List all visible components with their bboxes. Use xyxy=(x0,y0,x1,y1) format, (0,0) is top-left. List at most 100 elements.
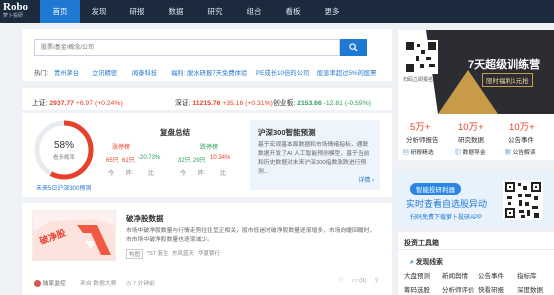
hot-link-4[interactable]: 福利: 脱水研报7天免费体验 xyxy=(171,68,247,77)
qr-code-icon xyxy=(505,182,541,218)
news-tag[interactable]: 华夏银行 xyxy=(198,249,220,257)
tools-subheading: ⌕ 发现线索 xyxy=(410,256,443,267)
stat-link-notices[interactable]: ▦ 公告解读 xyxy=(505,147,536,156)
tool-link[interactable]: 分析师评价 xyxy=(442,284,475,294)
limit-down-yesterday: 29只 xyxy=(193,158,206,164)
app-ad-line2: 扫码免费下载萝卜投研APP xyxy=(410,215,483,221)
col-label: 昨 xyxy=(126,171,133,177)
stat-number: 5万+ xyxy=(410,122,431,133)
tool-link[interactable]: 新闻舆情 xyxy=(442,270,468,280)
col-label: 比 xyxy=(220,171,227,177)
prediction-more-label: 详情 xyxy=(358,178,371,184)
prediction-more-link[interactable]: 详情 › xyxy=(358,175,374,184)
gauge-label: 看多概率 xyxy=(52,155,75,161)
news-title[interactable]: 破净股数据 xyxy=(126,213,164,224)
stat-sub-text: 数据导金 xyxy=(462,150,486,156)
col-label: 昨 xyxy=(198,171,205,177)
tool-link[interactable]: 深度数据 xyxy=(517,284,543,294)
app-qr-code xyxy=(503,180,543,220)
nav-item-home[interactable]: 首页 xyxy=(40,0,80,23)
limit-up-yesterday: 61只 xyxy=(122,158,135,164)
news-tag[interactable]: 东风蓝天 xyxy=(172,249,194,257)
news-author-name: 独家监控 xyxy=(42,281,66,287)
limit-down-today: 32只 xyxy=(178,158,191,164)
data-icon: ▥ xyxy=(455,150,461,156)
hot-link-3[interactable]: 闻泰科技 xyxy=(132,68,157,77)
index-change: +6.97 xyxy=(75,100,94,107)
stat-number: 10万+ xyxy=(509,122,535,133)
stat-link-data[interactable]: ▥ 数据导金 xyxy=(455,147,486,156)
search-button[interactable] xyxy=(340,39,367,56)
comment-icon: ▭ xyxy=(352,278,358,284)
logo-subtext: 萝卜投研 xyxy=(3,13,24,19)
limit-up-label[interactable]: 涨停榜 xyxy=(112,142,130,151)
news-tag[interactable]: *ST 复生 xyxy=(147,249,169,257)
hot-link-1[interactable]: 贵州茅台 xyxy=(54,68,79,77)
col-label: 今 xyxy=(180,171,187,177)
share-icon: ⇪ xyxy=(374,278,379,284)
stat-sub-text: 公告解读 xyxy=(512,150,536,156)
index-chinext[interactable]: 创业板: 2153.66 -12.81 (-0.59%) xyxy=(273,97,371,107)
nav-item-research[interactable]: 研究 xyxy=(196,0,234,23)
hot-link-6[interactable]: 股息率超过5%的股票 xyxy=(317,68,376,77)
index-pct: (-0.59%) xyxy=(344,100,371,107)
news-like[interactable]: ♡ xyxy=(338,278,343,284)
news-share[interactable]: ⇪ xyxy=(374,278,379,284)
index-shenzhen[interactable]: 深证: 11215.76 +35.16 (+0.31%) xyxy=(175,97,273,107)
prediction-panel[interactable]: 沪深300智能预测 基于宏观基本面数据和市场情绪指标，通联数据开发了AI 人工智… xyxy=(250,120,380,190)
index-name: 上证: xyxy=(32,100,48,107)
tool-link[interactable]: 指标库 xyxy=(517,270,537,280)
index-value: 2153.66 xyxy=(297,100,322,107)
tool-link[interactable]: 筹码选股 xyxy=(404,284,430,294)
news-thumbnail[interactable]: 破净股 xyxy=(32,210,116,261)
prediction-text: 基于宏观基本面数据和市场情绪指标，通联数据开发了AI 人工智能预测模型，基于当前… xyxy=(258,142,370,175)
tools-divider xyxy=(398,249,554,250)
review-title: 复盘总结 xyxy=(160,128,190,137)
index-name: 创业板: xyxy=(273,100,296,107)
promo-banner[interactable]: 扫码立即报名 7天超级训练营 限时福利1元抢 xyxy=(398,30,554,114)
top-nav: Robo 萝卜投研 首页 发现 研报 数据 研究 组合 看板 更多 xyxy=(0,0,554,23)
news-tag[interactable]: 构图 xyxy=(126,249,144,259)
nav-item-portfolio[interactable]: 组合 xyxy=(234,0,274,23)
index-name: 深证: xyxy=(175,100,191,107)
like-icon: ♡ xyxy=(338,278,344,284)
nav-item-reports[interactable]: 研报 xyxy=(118,0,156,23)
news-author[interactable]: 独家监控 xyxy=(34,278,66,287)
nav-item-data[interactable]: 数据 xyxy=(156,0,196,23)
tools-subheading-text: 发现线索 xyxy=(415,259,443,266)
stat-sub-text: 研报精选 xyxy=(410,150,434,156)
gauge-percent: 58% xyxy=(53,140,74,151)
tool-link[interactable]: 公告事件 xyxy=(478,270,504,280)
search-box xyxy=(34,39,340,56)
index-pct: (+0.31%) xyxy=(245,100,273,107)
gauge-footer[interactable]: 未来5日沪深300预测 xyxy=(36,183,91,192)
search-input[interactable] xyxy=(35,40,339,55)
stat-number: 10万+ xyxy=(458,122,484,133)
index-change: -12.81 xyxy=(323,100,343,107)
news-comments[interactable]: ▭ (9) xyxy=(352,278,366,284)
bullish-gauge[interactable]: 58% 看多概率 xyxy=(32,118,96,182)
logo-text: Robo xyxy=(3,1,29,13)
hot-link-2[interactable]: 立讯精密 xyxy=(92,68,117,77)
nav-item-more[interactable]: 更多 xyxy=(312,0,352,23)
comment-count: (9) xyxy=(359,278,367,284)
nav-item-discover[interactable]: 发现 xyxy=(80,0,118,23)
stat-label: 分析师报告 xyxy=(406,137,439,144)
search-icon xyxy=(349,43,358,52)
limit-down-label[interactable]: 跌停榜 xyxy=(200,142,218,151)
logo[interactable]: Robo 萝卜投研 xyxy=(3,1,37,20)
tool-link[interactable]: 大盘预测 xyxy=(404,270,430,280)
index-pct: (+0.24%) xyxy=(94,100,123,107)
hot-link-5[interactable]: PE成长10倍的公司 xyxy=(256,68,309,77)
index-value: 11215.76 xyxy=(192,100,221,107)
index-shanghai[interactable]: 上证: 2937.77 +6.97 (+0.24%) xyxy=(32,97,123,107)
promo-title: 7天超级训练营 xyxy=(468,59,541,71)
stat-link-reports[interactable]: ▤ 研报精选 xyxy=(403,147,434,156)
news-time-text: 7 分钟前 xyxy=(132,281,155,287)
author-avatar xyxy=(34,279,41,287)
nav-item-board[interactable]: 看板 xyxy=(274,0,312,23)
col-label: 比 xyxy=(148,171,155,177)
tool-link[interactable]: 快看研报 xyxy=(478,284,504,294)
news-time: ◷ 7 分钟前 xyxy=(126,278,155,287)
clock-icon: ◷ xyxy=(126,281,132,287)
